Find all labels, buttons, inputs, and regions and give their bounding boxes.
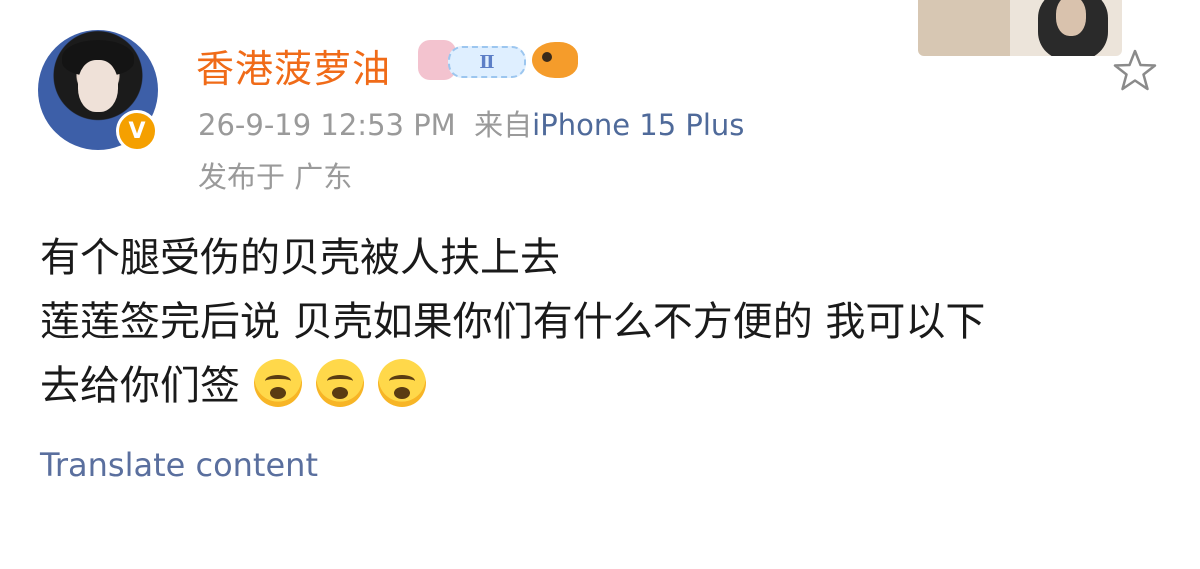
- floating-video-thumbnail[interactable]: [918, 0, 1122, 56]
- cloud-rank-badge: Ⅱ: [448, 46, 526, 78]
- source-device-link[interactable]: iPhone 15 Plus: [532, 108, 744, 142]
- post-timestamp: 26-9-19 12:53 PM: [198, 108, 456, 142]
- source-prefix: 来自: [474, 108, 533, 142]
- thumbnail-person: [1038, 0, 1108, 56]
- star-outline-icon[interactable]: [1110, 46, 1160, 96]
- avatar-face: [78, 60, 118, 112]
- author-name[interactable]: 香港菠萝油: [196, 38, 391, 93]
- translate-content-link[interactable]: Translate content: [40, 446, 318, 484]
- content-line: 莲莲签完后说 贝壳如果你们有什么不方便的 我可以下: [40, 299, 986, 345]
- meta-spacer: [456, 108, 474, 142]
- post-location: 发布于 广东: [198, 160, 353, 194]
- author-badges: Ⅱ: [418, 40, 578, 80]
- verified-badge-icon: V: [116, 110, 158, 152]
- rank-badge-icon[interactable]: Ⅱ: [418, 40, 526, 80]
- loudly-crying-face-icon: [378, 359, 426, 407]
- loudly-crying-face-icon: [254, 359, 302, 407]
- content-line: 有个腿受伤的贝壳被人扶上去: [40, 235, 560, 281]
- post-content: 有个腿受伤的贝壳被人扶上去 莲莲签完后说 贝壳如果你们有什么不方便的 我可以下 …: [40, 226, 1160, 418]
- post-meta: 26-9-19 12:53 PM 来自iPhone 15 Plus: [198, 102, 744, 144]
- loudly-crying-face-icon: [316, 359, 364, 407]
- fish-badge-icon[interactable]: [532, 42, 578, 78]
- content-line-text: 去给你们签: [40, 363, 240, 409]
- content-line-last: 去给你们签: [40, 354, 1160, 418]
